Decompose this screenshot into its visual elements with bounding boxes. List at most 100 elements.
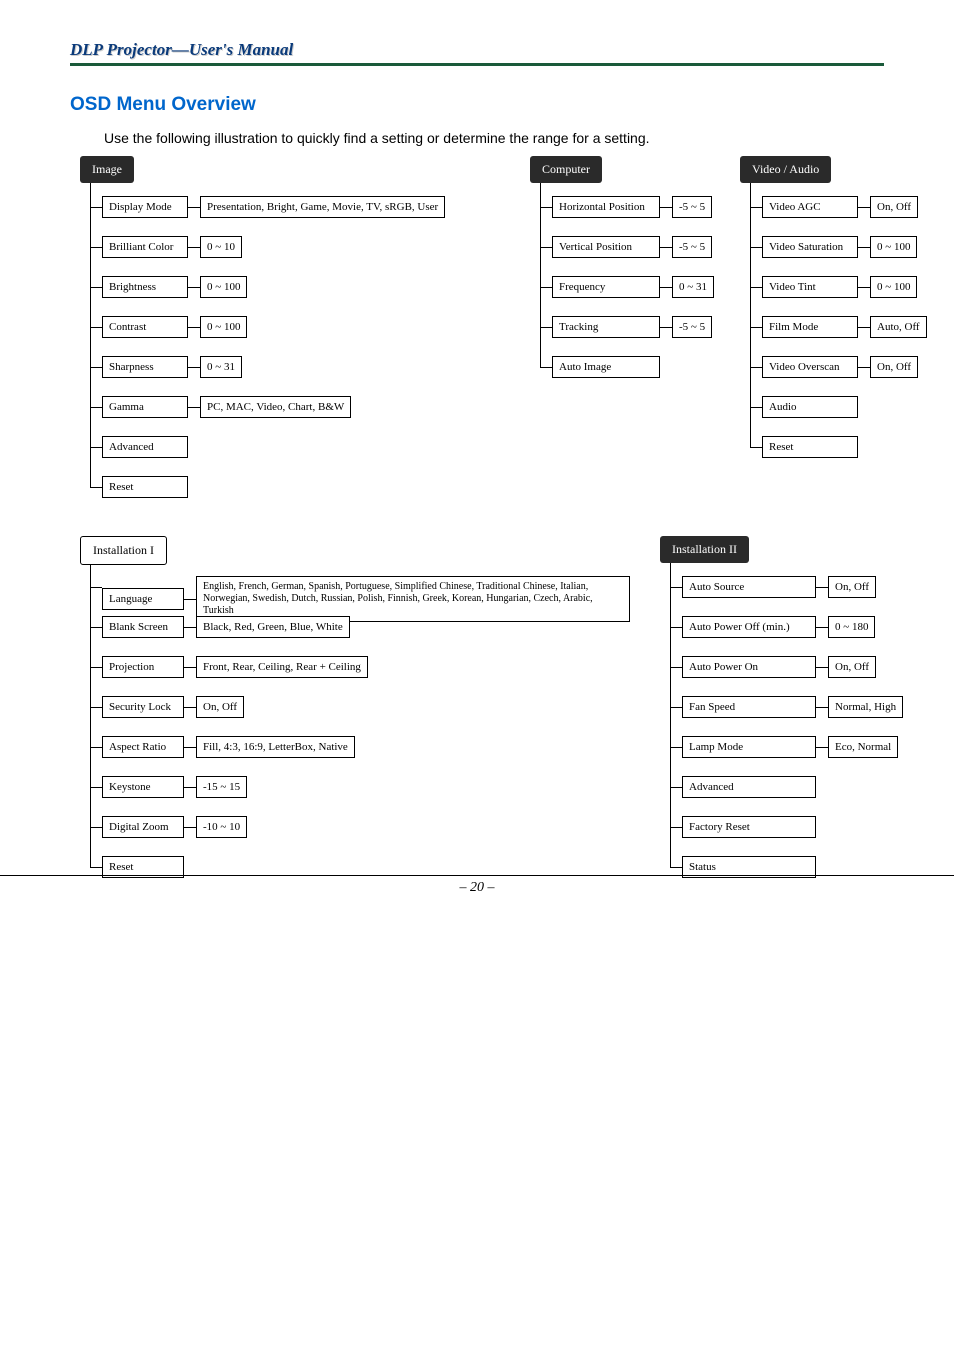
image-row-3-label: Contrast (102, 316, 188, 338)
install2-row-5: Advanced (682, 776, 816, 798)
computer-row-3-value: -5 ~ 5 (672, 316, 712, 338)
image-row-5-label: Gamma (102, 396, 188, 418)
computer-row-1-value: -5 ~ 5 (672, 236, 712, 258)
install1-row-5: Keystone -15 ~ 15 (102, 776, 247, 798)
install2-row-4: Lamp Mode Eco, Normal (682, 736, 898, 758)
computer-row-3-label: Tracking (552, 316, 660, 338)
page-header: DLP Projector—User's Manual (70, 40, 884, 66)
install1-row-0-label: Language (102, 588, 184, 610)
video-audio-row-3: Film Mode Auto, Off (762, 316, 927, 338)
install1-row-3-label: Security Lock (102, 696, 184, 718)
install1-row-3: Security Lock On, Off (102, 696, 244, 718)
install1-row-1: Blank Screen Black, Red, Green, Blue, Whi… (102, 616, 350, 638)
install2-row-2-value: On, Off (828, 656, 876, 678)
tab-computer: Computer (530, 156, 602, 183)
install2-row-2-label: Auto Power On (682, 656, 816, 678)
video-audio-row-3-label: Film Mode (762, 316, 858, 338)
video-audio-row-4-label: Video Overscan (762, 356, 858, 378)
video-audio-row-0: Video AGC On, Off (762, 196, 918, 218)
image-row-4-value: 0 ~ 31 (200, 356, 242, 378)
computer-row-4: Auto Image (552, 356, 660, 378)
install2-row-3-label: Fan Speed (682, 696, 816, 718)
install1-row-4-label: Aspect Ratio (102, 736, 184, 758)
video-audio-row-5-label: Audio (762, 396, 858, 418)
tab-install2: Installation II (660, 536, 749, 563)
install1-row-1-label: Blank Screen (102, 616, 184, 638)
tab-install1: Installation I (80, 536, 167, 565)
image-row-6-label: Advanced (102, 436, 188, 458)
video-audio-row-6: Reset (762, 436, 858, 458)
image-row-1-label: Brilliant Color (102, 236, 188, 258)
video-audio-row-2: Video Tint 0 ~ 100 (762, 276, 917, 298)
install2-row-2: Auto Power On On, Off (682, 656, 876, 678)
video-audio-row-5: Audio (762, 396, 858, 418)
install1-row-5-label: Keystone (102, 776, 184, 798)
video-audio-row-1-value: 0 ~ 100 (870, 236, 917, 258)
image-row-4: Sharpness0 ~ 31 (102, 356, 242, 378)
image-row-5-value: PC, MAC, Video, Chart, B&W (200, 396, 351, 418)
osd-menu-diagram: Image Display Mode Presentation, Bright, G… (70, 156, 884, 896)
computer-row-0-value: -5 ~ 5 (672, 196, 712, 218)
install1-row-2: Projection Front, Rear, Ceiling, Rear + C… (102, 656, 368, 678)
install1-row-6-label: Digital Zoom (102, 816, 184, 838)
intro-text: Use the following illustration to quickl… (104, 130, 884, 146)
install2-row-1: Auto Power Off (min.) 0 ~ 180 (682, 616, 875, 638)
install1-row-2-value: Front, Rear, Ceiling, Rear + Ceiling (196, 656, 368, 678)
computer-row-4-label: Auto Image (552, 356, 660, 378)
install1-row-1-value: Black, Red, Green, Blue, White (196, 616, 350, 638)
install2-row-6: Factory Reset (682, 816, 816, 838)
computer-row-1-label: Vertical Position (552, 236, 660, 258)
computer-row-2: Frequency 0 ~ 31 (552, 276, 714, 298)
video-audio-row-2-value: 0 ~ 100 (870, 276, 917, 298)
install1-row-3-value: On, Off (196, 696, 244, 718)
image-row-3: Contrast 0 ~ 100 (102, 316, 247, 338)
install2-row-4-value: Eco, Normal (828, 736, 898, 758)
video-audio-row-1: Video Saturation 0 ~ 100 (762, 236, 917, 258)
video-audio-row-1-label: Video Saturation (762, 236, 858, 258)
install2-row-1-value: 0 ~ 180 (828, 616, 875, 638)
install1-row-2-label: Projection (102, 656, 184, 678)
install1-row-4-value: Fill, 4:3, 16:9, LetterBox, Native (196, 736, 355, 758)
install1-row-4: Aspect Ratio Fill, 4:3, 16:9, LetterBox, … (102, 736, 355, 758)
image-row-6: Advanced (102, 436, 188, 458)
install2-row-5-label: Advanced (682, 776, 816, 798)
image-row-0: Display Mode Presentation, Bright, Game, … (102, 196, 445, 218)
image-row-2: Brightness 0 ~ 100 (102, 276, 247, 298)
video-audio-row-4: Video Overscan On, Off (762, 356, 918, 378)
image-row-7-label: Reset (102, 476, 188, 498)
video-audio-row-6-label: Reset (762, 436, 858, 458)
image-row-7: Reset (102, 476, 188, 498)
video-audio-row-4-value: On, Off (870, 356, 918, 378)
tab-video-audio: Video / Audio (740, 156, 831, 183)
video-audio-row-3-value: Auto, Off (870, 316, 927, 338)
install1-row-5-value: -15 ~ 15 (196, 776, 247, 798)
image-row-2-label: Brightness (102, 276, 188, 298)
image-row-0-value: Presentation, Bright, Game, Movie, TV, s… (200, 196, 445, 218)
install2-row-0-label: Auto Source (682, 576, 816, 598)
install1-row-6: Digital Zoom -10 ~ 10 (102, 816, 247, 838)
install2-row-3-value: Normal, High (828, 696, 903, 718)
video-audio-row-2-label: Video Tint (762, 276, 858, 298)
tab-image: Image (80, 156, 134, 183)
computer-row-3: Tracking -5 ~ 5 (552, 316, 712, 338)
video-audio-row-0-label: Video AGC (762, 196, 858, 218)
image-row-1-value: 0 ~ 10 (200, 236, 242, 258)
computer-row-0: Horizontal Position -5 ~ 5 (552, 196, 712, 218)
install1-row-6-value: -10 ~ 10 (196, 816, 247, 838)
computer-row-1: Vertical Position -5 ~ 5 (552, 236, 712, 258)
install2-row-3: Fan Speed Normal, High (682, 696, 903, 718)
install2-row-1-label: Auto Power Off (min.) (682, 616, 816, 638)
section-title: OSD Menu Overview (70, 94, 884, 116)
image-row-2-value: 0 ~ 100 (200, 276, 247, 298)
image-row-3-value: 0 ~ 100 (200, 316, 247, 338)
install2-row-0-value: On, Off (828, 576, 876, 598)
image-row-0-label: Display Mode (102, 196, 188, 218)
video-audio-row-0-value: On, Off (870, 196, 918, 218)
image-row-1: Brilliant Color 0 ~ 10 (102, 236, 242, 258)
install2-row-6-label: Factory Reset (682, 816, 816, 838)
computer-row-2-label: Frequency (552, 276, 660, 298)
computer-row-0-label: Horizontal Position (552, 196, 660, 218)
image-row-5: Gamma PC, MAC, Video, Chart, B&W (102, 396, 351, 418)
install2-row-4-label: Lamp Mode (682, 736, 816, 758)
computer-row-2-value: 0 ~ 31 (672, 276, 714, 298)
